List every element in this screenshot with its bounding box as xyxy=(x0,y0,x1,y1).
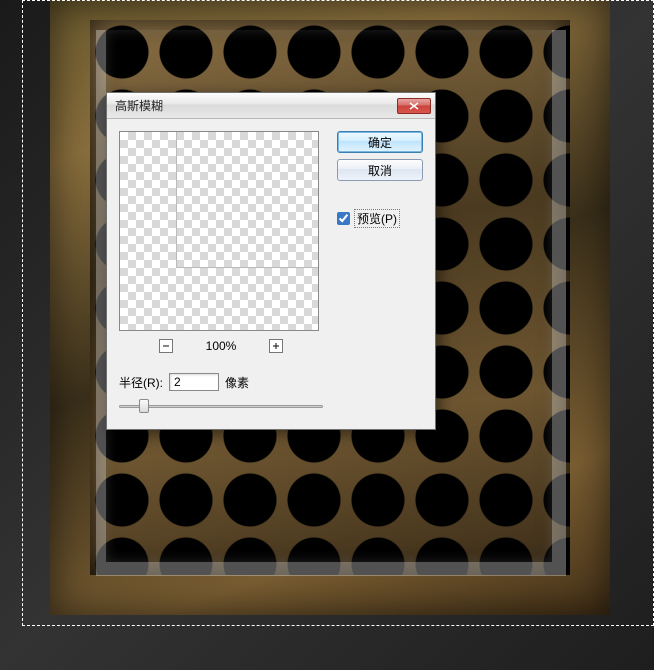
zoom-in-button[interactable] xyxy=(269,339,283,353)
zoom-controls: 100% xyxy=(119,339,323,353)
cancel-button[interactable]: 取消 xyxy=(337,159,423,181)
preview-checkbox-row[interactable]: 预览(P) xyxy=(337,209,423,228)
preview-selection-outline xyxy=(176,132,319,268)
slider-track xyxy=(119,405,323,408)
zoom-out-button[interactable] xyxy=(159,339,173,353)
radius-label: 半径(R): xyxy=(119,374,163,391)
radius-input[interactable] xyxy=(169,373,219,391)
dialog-body: 100% 半径(R): 像素 确定 取消 预览(P) xyxy=(107,119,435,429)
zoom-value: 100% xyxy=(201,339,241,353)
radius-slider[interactable] xyxy=(119,399,323,413)
dialog-left-column: 100% 半径(R): 像素 xyxy=(119,131,323,413)
preview-thumbnail[interactable] xyxy=(119,131,319,331)
ok-button[interactable]: 确定 xyxy=(337,131,423,153)
dialog-titlebar[interactable]: 高斯模糊 xyxy=(107,93,435,119)
slider-thumb[interactable] xyxy=(139,399,149,413)
gaussian-blur-dialog: 高斯模糊 100% 半径(R): 像素 xyxy=(106,92,436,430)
radius-unit: 像素 xyxy=(225,374,249,391)
radius-row: 半径(R): 像素 xyxy=(119,373,323,391)
close-icon xyxy=(409,102,419,110)
dialog-title: 高斯模糊 xyxy=(115,97,397,114)
preview-label: 预览(P) xyxy=(354,209,400,228)
dialog-right-column: 确定 取消 预览(P) xyxy=(337,131,423,413)
preview-checkbox[interactable] xyxy=(337,212,350,225)
close-button[interactable] xyxy=(397,98,431,114)
plus-icon xyxy=(272,342,280,350)
minus-icon xyxy=(162,342,170,350)
